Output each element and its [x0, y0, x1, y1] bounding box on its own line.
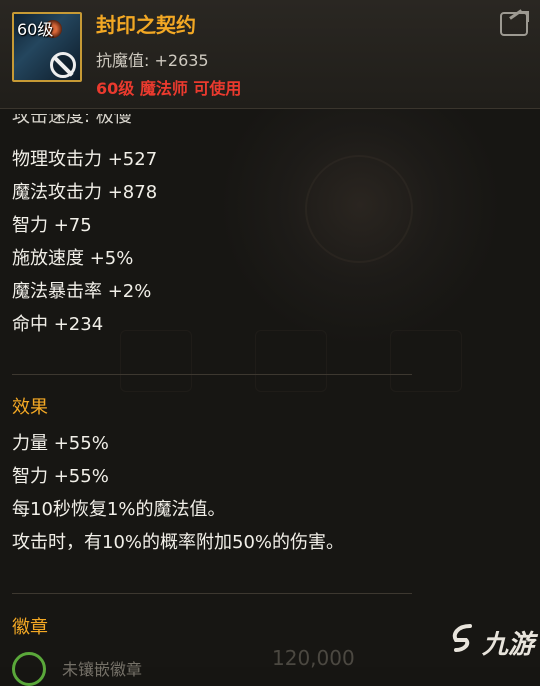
item-tooltip-panel: 60级 封印之契约 抗魔值: +2635 60级 魔法师 可使用 攻击速度: 极…: [0, 0, 540, 686]
background-slot: [255, 330, 327, 392]
stat-line: 智力 +75: [12, 215, 92, 236]
effects-title: 效果: [12, 397, 48, 418]
effect-line: 攻击时，有10%的概率附加50%的伤害。: [12, 532, 345, 553]
background-slot: [120, 330, 192, 392]
background-emblem-ring: [305, 155, 413, 263]
item-name: 封印之契约: [96, 13, 196, 37]
share-icon[interactable]: [500, 11, 529, 36]
section-divider: [12, 593, 412, 594]
background-number: 120,000: [272, 646, 355, 670]
item-requirement: 60级 魔法师 可使用: [96, 79, 242, 98]
unusable-icon: [50, 52, 76, 78]
background-slot: [390, 330, 462, 392]
emblem-slot-icon[interactable]: [12, 652, 46, 686]
watermark-logo-icon: [452, 624, 472, 652]
effect-line: 智力 +55%: [12, 466, 109, 487]
tooltip-header: 60级 封印之契约 抗魔值: +2635 60级 魔法师 可使用: [0, 0, 540, 109]
emblem-slot-label: 未镶嵌徽章: [62, 660, 143, 679]
watermark-text: 九游: [482, 630, 535, 660]
stat-line: 魔法攻击力 +878: [12, 182, 158, 203]
effect-line: 力量 +55%: [12, 433, 109, 454]
emblem-title: 徽章: [12, 617, 48, 638]
effect-line: 每10秒恢复1%的魔法值。: [12, 499, 226, 520]
item-icon[interactable]: 60级: [12, 12, 82, 82]
item-main-stat: 抗魔值: +2635: [96, 51, 209, 70]
stat-line: 物理攻击力 +527: [12, 149, 158, 170]
stat-line: 命中 +234: [12, 314, 104, 335]
stat-line: 施放速度 +5%: [12, 248, 134, 269]
item-level-badge: 60级: [17, 20, 54, 39]
section-divider: [12, 374, 412, 375]
partial-stat-line: 攻击速度: 极慢: [12, 114, 132, 127]
stat-line: 魔法暴击率 +2%: [12, 281, 152, 302]
